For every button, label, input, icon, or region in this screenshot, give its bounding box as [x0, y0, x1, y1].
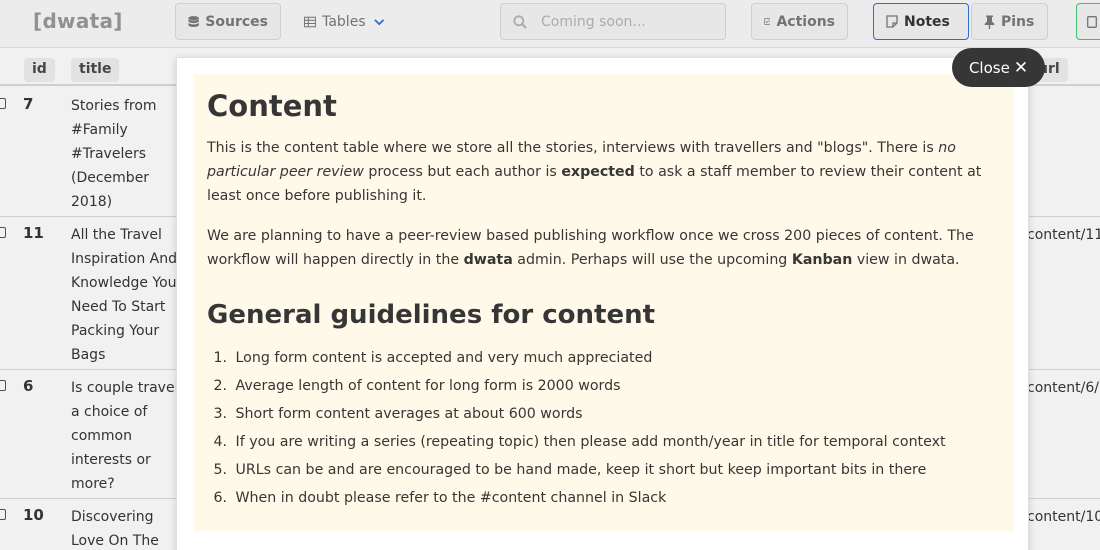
list-item: 3. Short form content averages at about … [207, 400, 1001, 428]
list-item-text: Short form content averages at about 600… [235, 406, 583, 422]
list-number: 1. [213, 350, 227, 366]
list-number: 3. [213, 406, 227, 422]
list-number: 4. [213, 434, 227, 450]
text: process but each author is [363, 164, 562, 180]
strong-text: dwata [463, 252, 513, 268]
notes-modal: Content This is the content table where … [176, 57, 1029, 550]
strong-text: Kanban [791, 252, 853, 268]
list-item: 5. URLs can be and are encouraged to be … [207, 456, 1001, 484]
list-number: 2. [213, 378, 227, 394]
list-item: 2. Average length of content for long fo… [207, 372, 1001, 400]
strong-text: expected [561, 164, 635, 180]
note-heading: Content [207, 89, 337, 123]
guidelines-list: 1. Long form content is accepted and ver… [207, 344, 1001, 512]
list-item: 4. If you are writing a series (repeatin… [207, 428, 1001, 456]
list-item-text: URLs can be and are encouraged to be han… [235, 462, 927, 478]
list-item: 6. When in doubt please refer to the #co… [207, 484, 1001, 512]
note-content: Content This is the content table where … [194, 74, 1014, 531]
text: admin. Perhaps will use the upcoming [512, 252, 792, 268]
text: view in dwata. [852, 252, 960, 268]
list-item-text: If you are writing a series (repeating t… [235, 434, 946, 450]
note-paragraph: This is the content table where we store… [207, 136, 1001, 208]
text: This is the content table where we store… [207, 140, 939, 156]
close-icon: ✕ [1013, 57, 1029, 78]
list-number: 6. [213, 490, 227, 506]
list-item: 1. Long form content is accepted and ver… [207, 344, 1001, 372]
list-item-text: Average length of content for long form … [235, 378, 621, 394]
close-button[interactable]: Close ✕ [952, 48, 1045, 87]
close-label: Close [968, 58, 1010, 77]
note-subheading: General guidelines for content [207, 300, 656, 330]
list-number: 5. [213, 462, 227, 478]
list-item-text: When in doubt please refer to the #conte… [235, 490, 667, 506]
list-item-text: Long form content is accepted and very m… [235, 350, 653, 366]
note-paragraph: We are planning to have a peer-review ba… [207, 224, 1001, 272]
